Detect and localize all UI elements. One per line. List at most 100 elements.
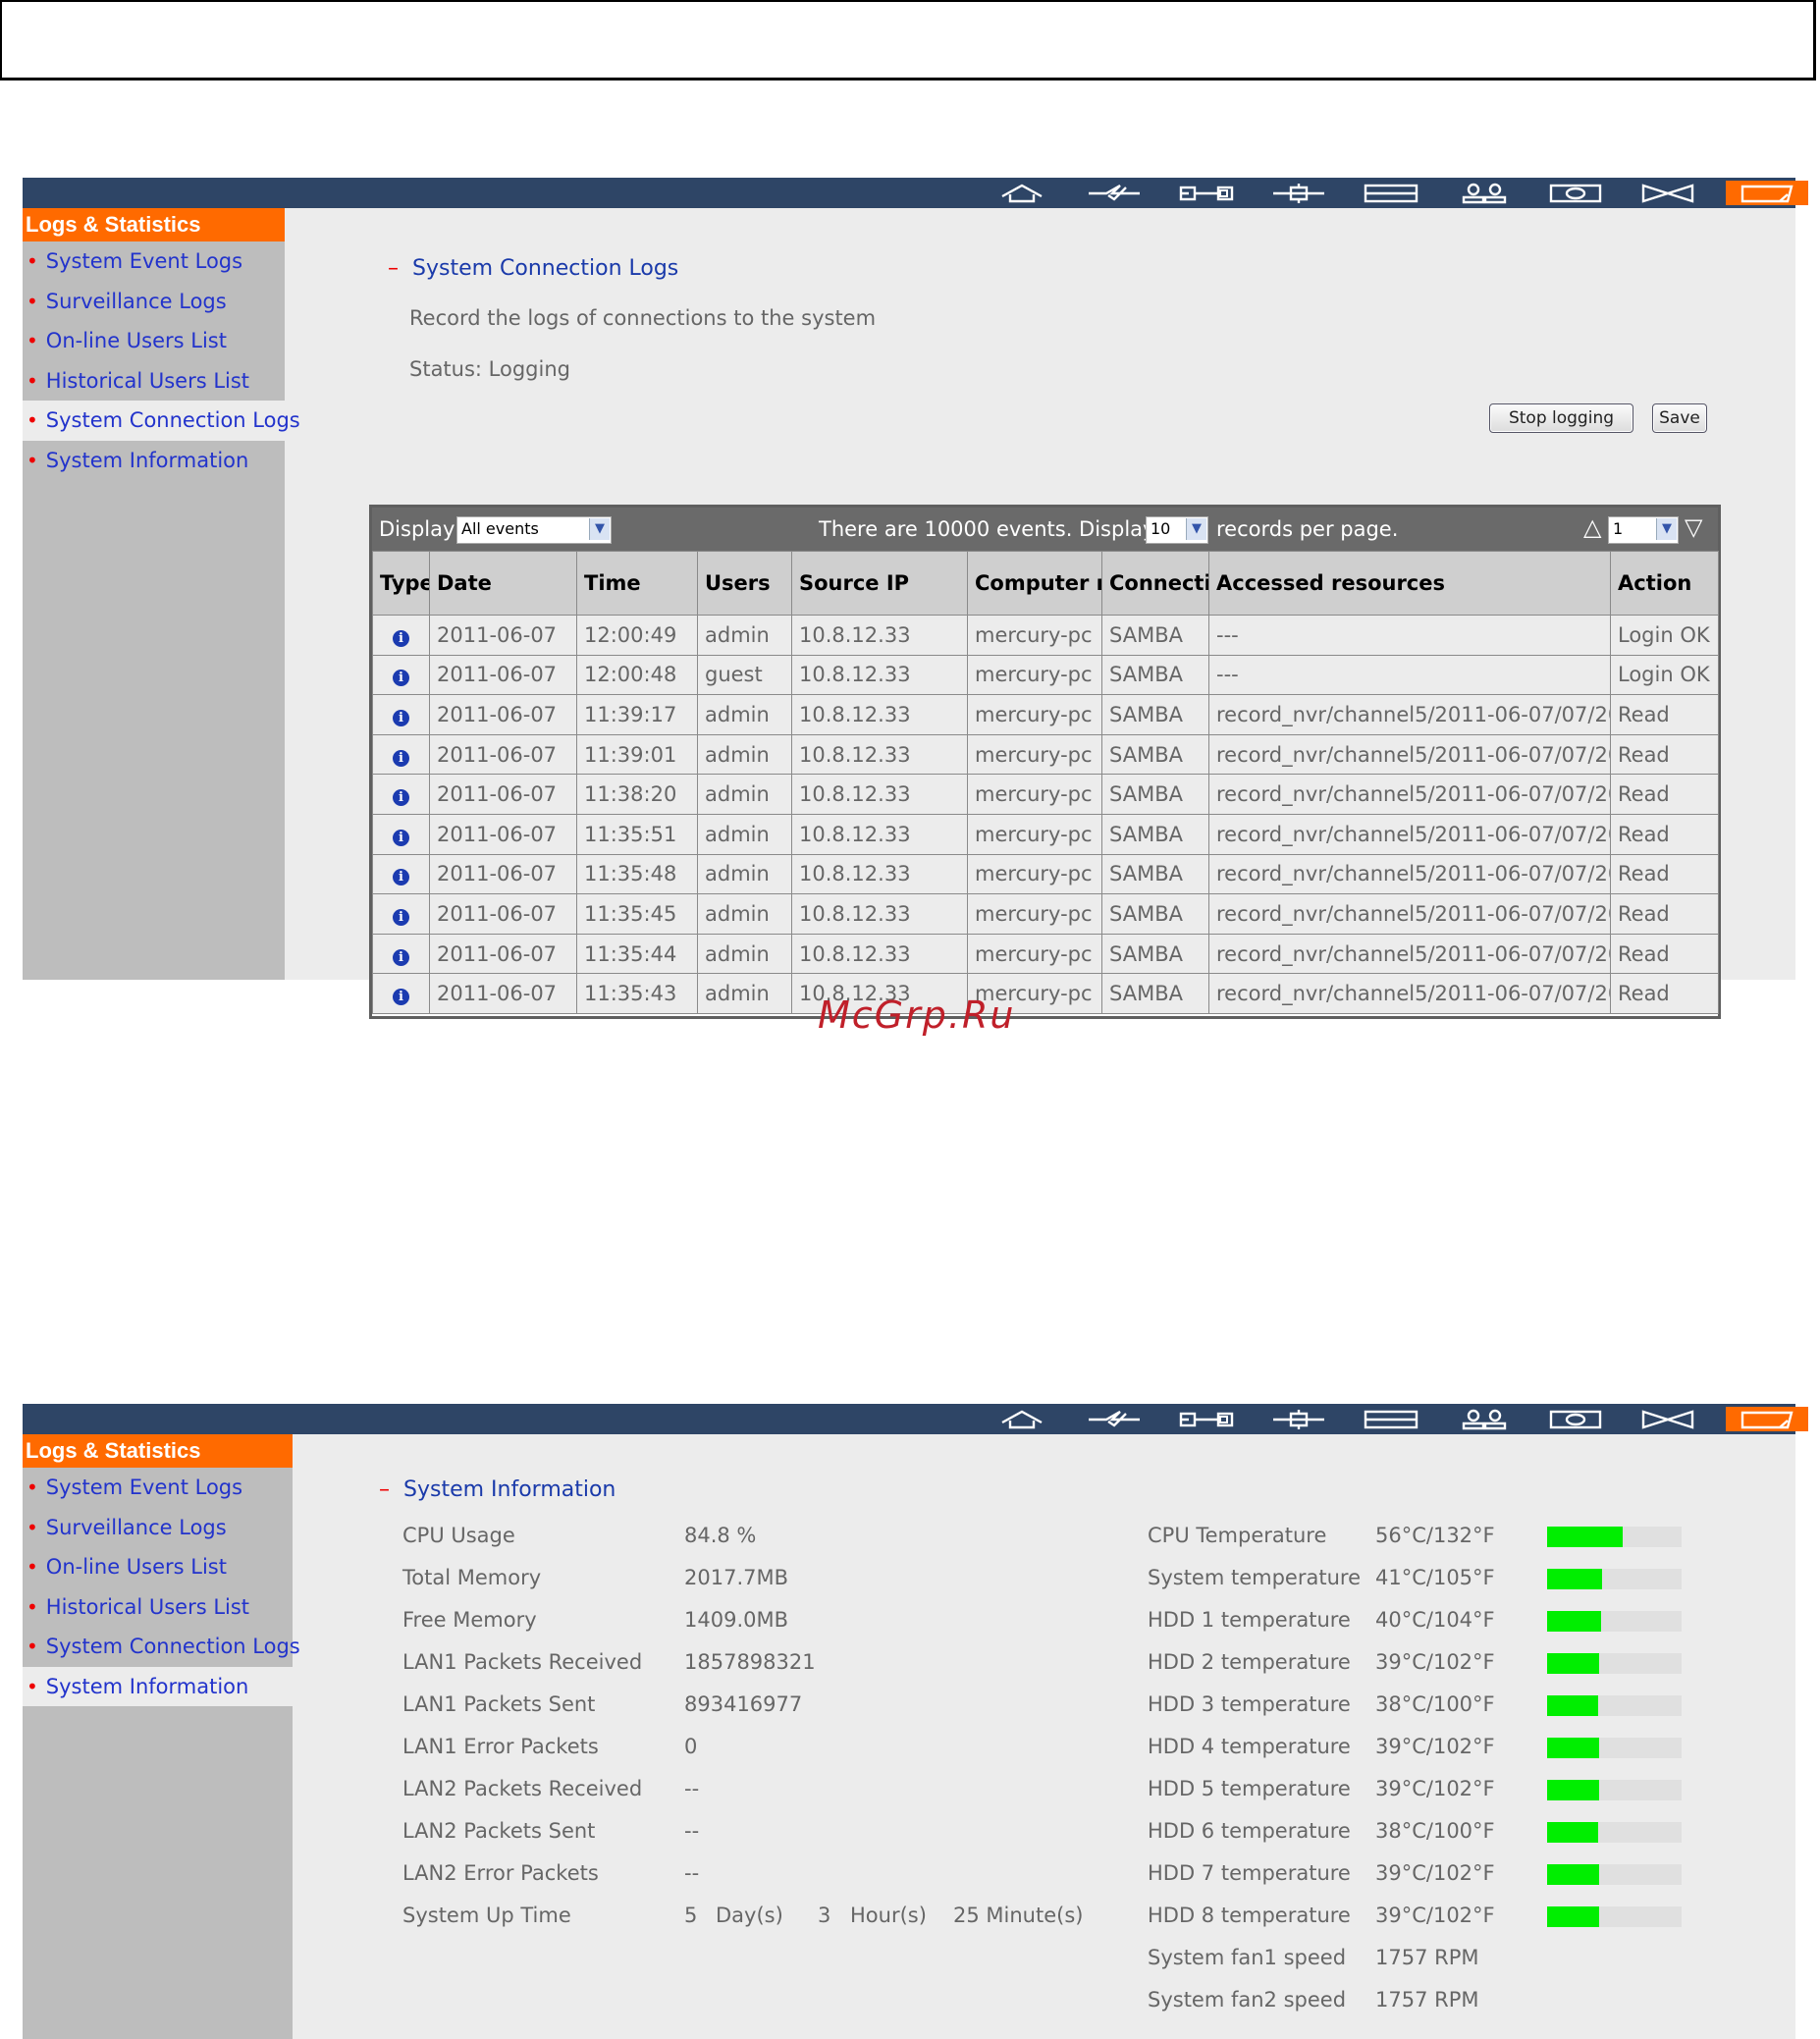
- column-header[interactable]: Accessed resources: [1208, 551, 1611, 616]
- network-icon[interactable]: [1172, 181, 1241, 205]
- page-select[interactable]: 1 ▼: [1608, 516, 1679, 544]
- cell-computer: mercury-pc: [967, 694, 1102, 735]
- bullet-icon: •: [27, 448, 38, 472]
- sidebar-item-system-event-logs[interactable]: • System Event Logs: [23, 1468, 293, 1508]
- page-down-icon[interactable]: ▽: [1685, 513, 1702, 541]
- cell-action: Read: [1610, 933, 1719, 975]
- application-icon[interactable]: [1541, 181, 1610, 205]
- power-icon[interactable]: [1080, 181, 1149, 205]
- sensor-value: 40°C/104°F: [1375, 1608, 1495, 1632]
- uptime-hours: 3: [818, 1904, 831, 1927]
- application-icon[interactable]: [1541, 1407, 1610, 1431]
- table-row[interactable]: i 2011-06-07 12:00:49 admin 10.8.12.33 mercur…: [372, 615, 1719, 656]
- display-filter-select[interactable]: All events ▼: [456, 516, 612, 544]
- sidebar-item-on-line-users-list[interactable]: • On-line Users List: [23, 1547, 293, 1587]
- sidebar-item-system-connection-logs[interactable]: • System Connection Logs: [23, 401, 300, 441]
- type-cell: i: [372, 615, 430, 656]
- bullet-icon: •: [27, 1674, 38, 1698]
- collapse-icon[interactable]: –: [379, 1477, 390, 1502]
- section-title-text: System Connection Logs: [412, 256, 679, 281]
- cell-computer: mercury-pc: [967, 615, 1102, 656]
- home-icon[interactable]: [988, 1407, 1056, 1431]
- temperature-bar-fill: [1547, 1822, 1598, 1843]
- column-header[interactable]: Time: [576, 551, 698, 616]
- column-header[interactable]: Source IP: [791, 551, 968, 616]
- stat-label: CPU Usage: [402, 1524, 515, 1547]
- storage-icon[interactable]: [1357, 181, 1425, 205]
- table-row[interactable]: i 2011-06-07 12:00:48 guest 10.8.12.33 mercur…: [372, 654, 1719, 696]
- sidebar-item-system-information[interactable]: • System Information: [23, 441, 285, 481]
- watermark: McGrp.Ru: [818, 993, 1016, 1037]
- stat-label: Total Memory: [402, 1566, 542, 1589]
- per-page-select[interactable]: 10 ▼: [1146, 516, 1208, 544]
- sidebar-item-on-line-users-list[interactable]: • On-line Users List: [23, 321, 285, 361]
- sidebar-item-surveillance-logs[interactable]: • Surveillance Logs: [23, 282, 285, 322]
- storage-icon[interactable]: [1357, 1407, 1425, 1431]
- cell-conn: SAMBA: [1101, 933, 1209, 975]
- sensor-label: HDD 8 temperature: [1148, 1904, 1351, 1927]
- device-icon[interactable]: [1264, 1407, 1333, 1431]
- power-icon[interactable]: [1080, 1407, 1149, 1431]
- cell-date: 2011-06-07: [429, 774, 577, 815]
- column-header[interactable]: Action: [1610, 551, 1719, 616]
- column-header[interactable]: Type: [372, 551, 430, 616]
- stat-value: 84.8 %: [684, 1524, 757, 1547]
- network-icon[interactable]: [1172, 1407, 1241, 1431]
- users-icon[interactable]: [1449, 181, 1518, 205]
- cell-computer: mercury-pc: [967, 813, 1102, 855]
- stat-value: 893416977: [684, 1692, 803, 1716]
- column-header[interactable]: Connection type: [1101, 551, 1209, 616]
- table-row[interactable]: i 2011-06-07 11:35:51 admin 10.8.12.33 mercur…: [372, 813, 1719, 855]
- table-row[interactable]: i 2011-06-07 11:39:01 admin 10.8.12.33 mercur…: [372, 733, 1719, 776]
- sidebar-item-historical-users-list[interactable]: • Historical Users List: [23, 361, 285, 402]
- device-icon[interactable]: [1264, 181, 1333, 205]
- logs-icon[interactable]: [1726, 1407, 1808, 1431]
- sensor-label: HDD 4 temperature: [1148, 1735, 1351, 1758]
- table-row[interactable]: i 2011-06-07 11:39:17 admin 10.8.12.33 mercur…: [372, 694, 1719, 735]
- type-cell: i: [372, 654, 430, 696]
- sensor-value: 39°C/102°F: [1375, 1777, 1495, 1800]
- column-header[interactable]: Users: [697, 551, 792, 616]
- uptime-days-unit: Day(s): [716, 1904, 783, 1927]
- type-cell: i: [372, 893, 430, 935]
- cell-conn: SAMBA: [1101, 973, 1209, 1014]
- column-header[interactable]: Date: [429, 551, 577, 616]
- sidebar-item-system-event-logs[interactable]: • System Event Logs: [23, 241, 285, 282]
- cell-ip: 10.8.12.33: [791, 774, 968, 815]
- sidebar-item-system-information[interactable]: • System Information: [23, 1666, 293, 1706]
- table-row[interactable]: i 2011-06-07 11:35:45 admin 10.8.12.33 mercur…: [372, 893, 1719, 935]
- cell-ip: 10.8.12.33: [791, 813, 968, 855]
- sidebar-item-surveillance-logs[interactable]: • Surveillance Logs: [23, 1508, 293, 1548]
- table-row[interactable]: i 2011-06-07 11:35:43 admin 10.8.12.33 mercur…: [372, 973, 1719, 1014]
- temperature-bar: [1547, 1738, 1682, 1758]
- home-icon[interactable]: [988, 181, 1056, 205]
- temperature-bar-fill: [1547, 1906, 1599, 1927]
- type-cell: i: [372, 853, 430, 895]
- users-icon[interactable]: [1449, 1407, 1518, 1431]
- page-up-icon[interactable]: △: [1583, 513, 1601, 541]
- stat-value: 0: [684, 1735, 698, 1758]
- column-header[interactable]: Computer name: [967, 551, 1102, 616]
- sidebar-item-historical-users-list[interactable]: • Historical Users List: [23, 1587, 293, 1628]
- cell-ip: 10.8.12.33: [791, 933, 968, 975]
- temperature-bar-fill: [1547, 1653, 1599, 1674]
- stop-logging-button[interactable]: Stop logging: [1489, 403, 1633, 433]
- logs-icon[interactable]: [1726, 181, 1808, 205]
- type-cell: i: [372, 733, 430, 776]
- backup-icon[interactable]: [1633, 1407, 1702, 1431]
- cell-action: Read: [1610, 733, 1719, 776]
- stat-label: LAN2 Packets Sent: [402, 1819, 596, 1843]
- cell-date: 2011-06-07: [429, 733, 577, 776]
- uptime-label: System Up Time: [402, 1904, 571, 1927]
- backup-icon[interactable]: [1633, 181, 1702, 205]
- sidebar: Logs & Statistics • System Event Logs • Sur…: [23, 208, 300, 980]
- save-button[interactable]: Save: [1652, 403, 1707, 433]
- bullet-icon: •: [27, 408, 38, 432]
- cell-time: 12:00:48: [576, 654, 698, 696]
- collapse-icon[interactable]: –: [388, 256, 399, 281]
- table-row[interactable]: i 2011-06-07 11:35:44 admin 10.8.12.33 mercur…: [372, 933, 1719, 975]
- sidebar-item-system-connection-logs[interactable]: • System Connection Logs: [23, 1627, 300, 1667]
- info-icon: i: [393, 670, 409, 687]
- table-row[interactable]: i 2011-06-07 11:38:20 admin 10.8.12.33 mercur…: [372, 774, 1719, 815]
- table-row[interactable]: i 2011-06-07 11:35:48 admin 10.8.12.33 mercur…: [372, 853, 1719, 895]
